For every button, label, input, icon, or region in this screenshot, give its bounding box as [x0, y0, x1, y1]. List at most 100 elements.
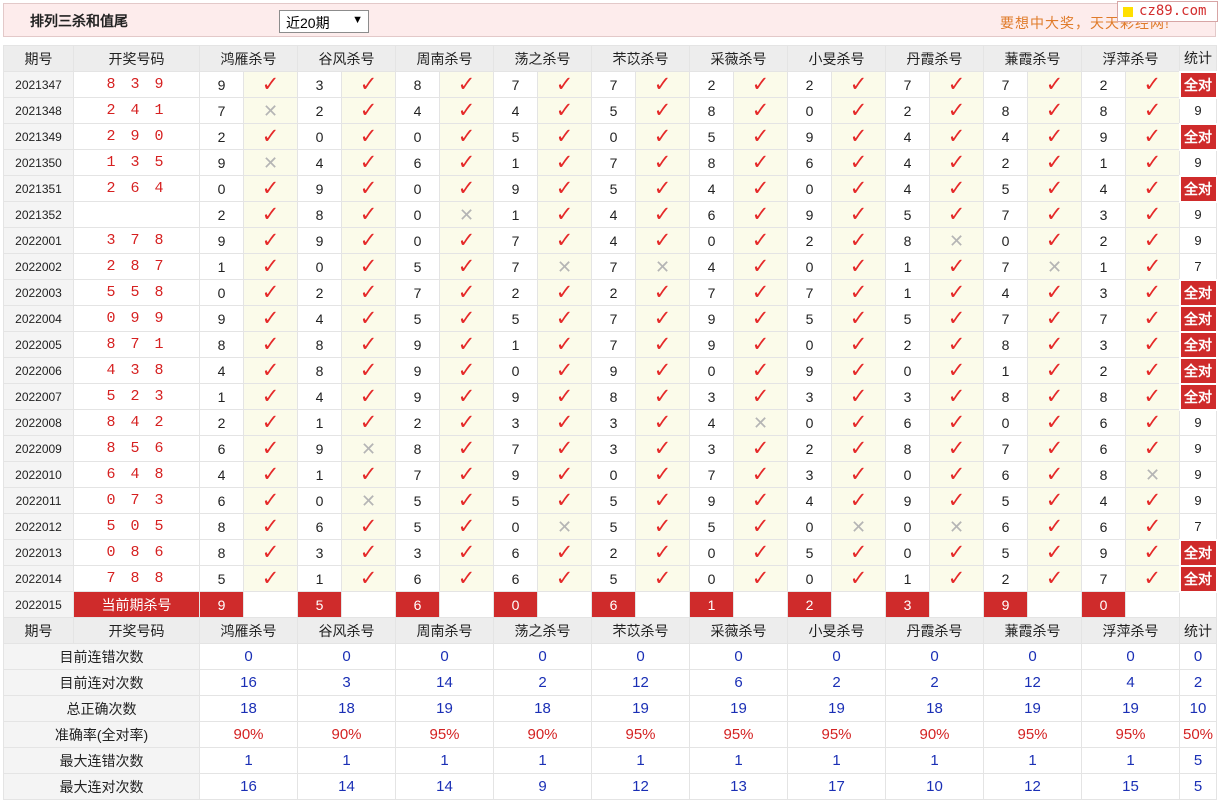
table-row: 20220110 7 36 0 5 5 5 9 4 9 5 4 9: [3, 487, 1217, 514]
column-header-expert[interactable]: 小旻杀号: [787, 45, 886, 72]
check-icon: [243, 539, 298, 566]
page-title: 排列三杀和值尾: [30, 13, 128, 29]
kill-number: 8: [983, 97, 1028, 124]
draw-numbers: 0 8 6: [73, 539, 200, 566]
check-icon: [243, 253, 298, 280]
column-header-expert[interactable]: 鸿雁杀号: [199, 45, 298, 72]
column-header-expert[interactable]: 周南杀号: [395, 617, 494, 644]
check-icon: [929, 279, 984, 306]
kill-number: 9: [591, 357, 636, 384]
current-kill-blank: [635, 591, 690, 618]
check-icon: [243, 565, 298, 592]
check-icon: [733, 175, 788, 202]
check-icon: [439, 409, 494, 436]
kill-number: 6: [199, 435, 244, 462]
kill-number: 7: [591, 149, 636, 176]
check-icon: [1125, 305, 1180, 332]
check-icon: [537, 279, 592, 306]
kill-number: 9: [199, 227, 244, 254]
summary-row: 最大连对次数 16 14 14 9 12 13 17 10 12 15 5: [3, 773, 1217, 800]
kill-number: 1: [297, 461, 342, 488]
column-header-expert[interactable]: 丹霞杀号: [885, 617, 984, 644]
column-header-expert[interactable]: 荡之杀号: [493, 45, 592, 72]
check-icon: [537, 149, 592, 176]
summary-stat: 10: [1179, 695, 1217, 722]
check-icon: [635, 201, 690, 228]
kill-number: 0: [689, 565, 734, 592]
check-icon: [733, 71, 788, 98]
summary-value: 14: [395, 773, 494, 800]
check-icon: [733, 97, 788, 124]
check-icon: [537, 539, 592, 566]
column-header-expert[interactable]: 小旻杀号: [787, 617, 886, 644]
table-row: 20220098 5 669873328769: [3, 435, 1217, 462]
kill-number: 7: [787, 279, 832, 306]
column-header-expert[interactable]: 周南杀号: [395, 45, 494, 72]
issue-number: 2022014: [3, 565, 74, 592]
summary-value: 0: [493, 643, 592, 670]
kill-number: 4: [689, 409, 734, 436]
kill-number: 2: [787, 71, 832, 98]
kill-number: 4: [885, 175, 930, 202]
summary-label: 准确率(全对率): [3, 721, 200, 748]
kill-number: 4: [1081, 175, 1126, 202]
summary-value: 1: [591, 747, 690, 774]
kill-number: 9: [787, 123, 832, 150]
draw-numbers: 8 7 1: [73, 331, 200, 358]
check-icon: [733, 487, 788, 514]
correct-count: 9: [1179, 435, 1217, 462]
summary-value: 0: [1081, 643, 1180, 670]
kill-number: 0: [885, 461, 930, 488]
summary-value: 0: [885, 643, 984, 670]
column-header-expert[interactable]: 浮萍杀号: [1081, 617, 1180, 644]
current-kill-blank: [733, 591, 788, 618]
check-icon: [635, 331, 690, 358]
column-header-expert[interactable]: 蒹霞杀号: [983, 45, 1082, 72]
check-icon: [243, 435, 298, 462]
kill-number: 5: [493, 487, 538, 514]
kill-number: 1: [297, 409, 342, 436]
column-header-expert[interactable]: 采薇杀号: [689, 617, 788, 644]
kill-number: 2: [297, 97, 342, 124]
column-header-expert[interactable]: 鸿雁杀号: [199, 617, 298, 644]
column-header-expert[interactable]: 蒹霞杀号: [983, 617, 1082, 644]
column-header-expert[interactable]: 荡之杀号: [493, 617, 592, 644]
column-header-expert[interactable]: 芣苡杀号: [591, 617, 690, 644]
issue-number: 2022013: [3, 539, 74, 566]
issue-number: 2021350: [3, 149, 74, 176]
summary-value: 19: [395, 695, 494, 722]
kill-number: 7: [493, 253, 538, 280]
summary-value: 95%: [983, 721, 1082, 748]
kill-number: 2: [199, 409, 244, 436]
column-header-expert[interactable]: 浮萍杀号: [1081, 45, 1180, 72]
check-icon: [929, 149, 984, 176]
column-header-expert[interactable]: 丹霞杀号: [885, 45, 984, 72]
summary-value: 16: [199, 669, 298, 696]
all-correct-badge: 全对: [1178, 382, 1218, 411]
kill-number: 3: [1081, 279, 1126, 306]
column-header-expert[interactable]: 芣苡杀号: [591, 45, 690, 72]
check-icon: [831, 279, 886, 306]
check-icon: [243, 305, 298, 332]
kill-number: 8: [1081, 461, 1126, 488]
kill-number: 6: [983, 461, 1028, 488]
check-icon: [1027, 435, 1082, 462]
check-icon: [929, 383, 984, 410]
summary-label: 最大连错次数: [3, 747, 200, 774]
summary-stat: 2: [1179, 669, 1217, 696]
check-icon: [1125, 227, 1180, 254]
kill-number: 3: [1081, 331, 1126, 358]
period-select[interactable]: 近20期 ▼: [279, 10, 369, 33]
kill-number: 2: [493, 279, 538, 306]
issue-number: 2021349: [3, 123, 74, 150]
column-header-expert[interactable]: 谷风杀号: [297, 617, 396, 644]
check-icon: [439, 539, 494, 566]
kill-number: 0: [983, 227, 1028, 254]
issue-number: 2022012: [3, 513, 74, 540]
site-logo[interactable]: cz89.com: [1117, 1, 1218, 22]
summary-stat: 5: [1179, 773, 1217, 800]
kill-number: 4: [787, 487, 832, 514]
column-header-expert[interactable]: 采薇杀号: [689, 45, 788, 72]
summary-stat: 0: [1179, 643, 1217, 670]
column-header-expert[interactable]: 谷风杀号: [297, 45, 396, 72]
